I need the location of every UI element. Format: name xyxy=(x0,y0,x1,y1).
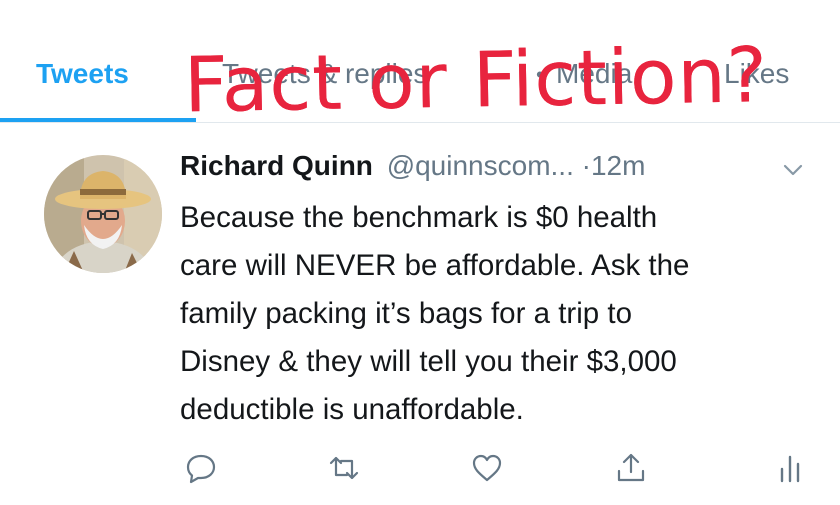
tweet-line: family packing it’s bags for a trip to xyxy=(180,297,632,330)
reply-icon xyxy=(186,454,216,484)
retweet-button[interactable] xyxy=(324,448,364,488)
avatar[interactable] xyxy=(44,155,162,273)
retweet-icon xyxy=(329,456,359,480)
tweet-line: Because the benchmark is $0 health xyxy=(180,201,658,234)
author-name[interactable]: Richard Quinn xyxy=(180,150,373,181)
tweet-line: deductible is unaffordable. xyxy=(180,393,524,426)
share-button[interactable] xyxy=(611,448,651,488)
tweet-text: Because the benchmark is $0 health care … xyxy=(180,194,830,434)
analytics-button[interactable] xyxy=(770,448,810,488)
fact-or-fiction-overlay: Fact or Fiction? xyxy=(183,30,769,130)
tab-tweets[interactable]: Tweets xyxy=(36,58,129,90)
tweet-line: Disney & they will tell you their $3,000 xyxy=(180,345,677,378)
like-button[interactable] xyxy=(467,448,507,488)
chevron-down-icon[interactable] xyxy=(780,157,806,183)
analytics-icon xyxy=(780,455,800,483)
like-icon xyxy=(472,454,502,482)
tweet-line: care will NEVER be affordable. Ask the xyxy=(180,249,690,282)
share-icon xyxy=(617,453,645,482)
tweet-timestamp[interactable]: ·12m xyxy=(582,150,646,181)
tweet-header: Richard Quinn @quinnscom... ·12m xyxy=(180,150,645,186)
reply-button[interactable] xyxy=(181,448,221,488)
author-handle[interactable]: @quinnscom... xyxy=(387,150,574,181)
avatar-photo xyxy=(44,155,162,273)
